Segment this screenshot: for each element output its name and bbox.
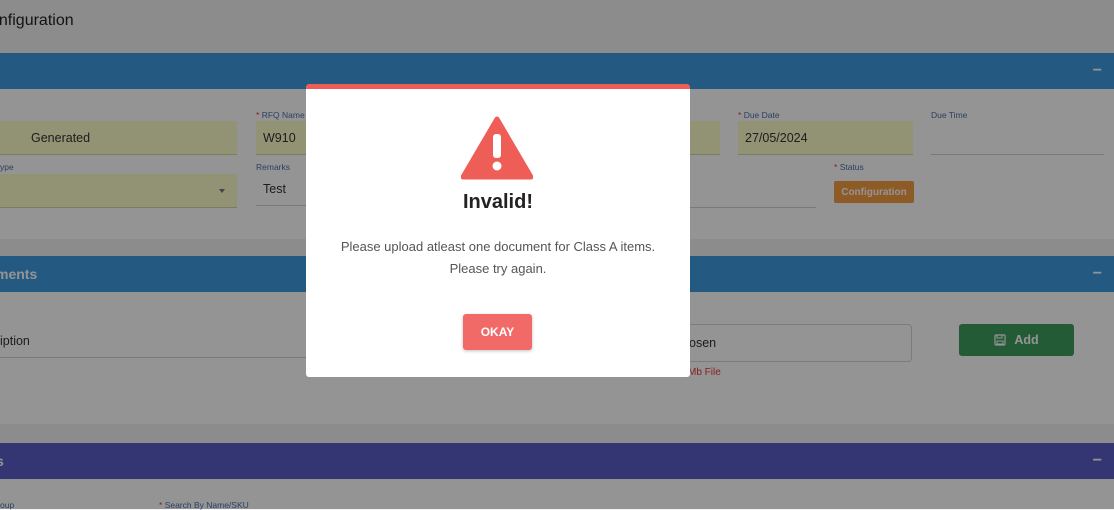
warning-icon xyxy=(461,116,533,180)
dialog-title: Invalid! xyxy=(462,191,533,213)
invalid-dialog: Invalid! Please upload atleast one docum… xyxy=(306,84,690,377)
dialog-message-line-1: Please upload atleast one document for C… xyxy=(340,239,656,254)
dialog-message: Please upload atleast one document for C… xyxy=(306,236,690,280)
okay-button[interactable]: OKAY xyxy=(463,314,532,350)
dialog-message-line-2: Please try again. xyxy=(449,261,547,276)
